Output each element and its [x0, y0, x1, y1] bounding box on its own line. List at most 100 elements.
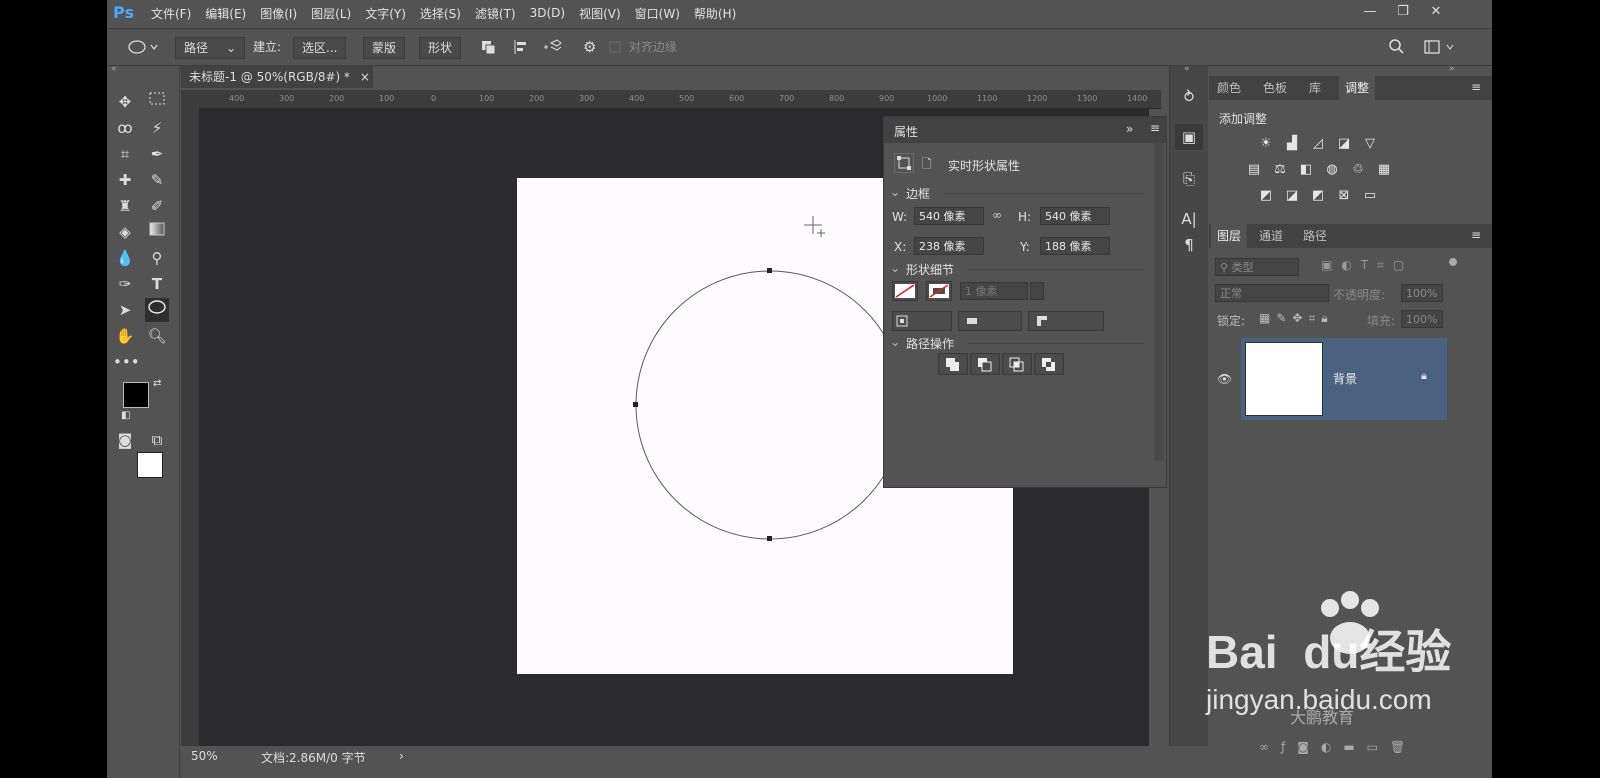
zoom-tool-icon[interactable]: 🔍︎ [145, 324, 169, 348]
levels-icon[interactable]: ▟ [1283, 136, 1301, 152]
posterize-icon[interactable]: ◪ [1283, 188, 1301, 204]
stroke-width-dropdown[interactable] [1030, 282, 1044, 300]
properties-scrollbar[interactable] [1154, 143, 1164, 461]
document-icon[interactable]: 🗋︎ [922, 155, 932, 176]
libraries-panel-icon[interactable]: ⎘ [1175, 166, 1203, 192]
gradient-tool-icon[interactable] [145, 220, 169, 244]
move-tool-icon[interactable]: ✥ [113, 90, 137, 114]
panel-menu-icon[interactable]: ≡ [1471, 80, 1481, 94]
menu-layer[interactable]: 图层(L) [311, 5, 351, 22]
dodge-tool-icon[interactable]: ⚲ [145, 246, 169, 270]
menu-image[interactable]: 图像(I) [260, 5, 297, 22]
ellipse-tool-active-icon[interactable] [145, 298, 169, 322]
menu-type[interactable]: 文字(Y) [365, 5, 406, 22]
layer-filter-select[interactable]: ⚲ 类型 [1215, 258, 1299, 276]
fill-swatch[interactable] [892, 281, 918, 301]
chevron-down-icon[interactable]: ⌄ [890, 185, 900, 199]
align-edges-checkbox[interactable] [609, 37, 621, 57]
type-tool-icon[interactable]: T [145, 272, 169, 296]
blend-mode-select[interactable]: 正常 [1215, 284, 1329, 302]
marquee-tool-icon[interactable] [145, 90, 169, 114]
magic-wand-tool-icon[interactable]: ⚡ [145, 116, 169, 140]
paragraph-panel-icon[interactable]: ¶ [1175, 232, 1203, 258]
restore-button[interactable]: ❐ [1390, 2, 1416, 22]
history-brush-tool-icon[interactable]: ✐ [145, 194, 169, 218]
tab-color[interactable]: 颜色 [1211, 76, 1247, 100]
exclude-shapes-button[interactable] [1034, 353, 1064, 375]
zoom-level[interactable]: 50% [191, 749, 218, 763]
opacity-input[interactable]: 100% [1401, 284, 1443, 302]
tool-mode-select[interactable]: 路径 ⌄ [175, 37, 245, 59]
collapse-icon[interactable]: « [111, 64, 117, 74]
minimize-button[interactable]: — [1357, 2, 1383, 22]
hue-saturation-icon[interactable]: ▤ [1245, 162, 1263, 178]
combine-shapes-button[interactable] [938, 353, 968, 375]
crop-tool-icon[interactable]: ⌗ [113, 142, 137, 166]
menu-filter[interactable]: 滤镜(T) [475, 5, 516, 22]
hand-tool-icon[interactable]: ✋ [113, 324, 137, 348]
fill-input[interactable]: 100% [1401, 310, 1443, 328]
close-window-button[interactable]: ✕ [1423, 2, 1449, 22]
make-shape-button[interactable]: 形状 [419, 37, 462, 59]
black-white-icon[interactable]: ◧ [1297, 162, 1315, 178]
curves-icon[interactable]: ◿ [1309, 136, 1327, 152]
selective-color-icon[interactable]: ⊠ [1335, 188, 1353, 204]
workspace-switcher[interactable] [1423, 37, 1463, 57]
tab-swatches[interactable]: 色板 [1257, 76, 1293, 100]
background-color-swatch[interactable] [137, 452, 163, 478]
panel-menu-icon[interactable]: ≡ [1150, 121, 1160, 135]
height-input[interactable]: 540 像素 [1040, 207, 1110, 225]
path-arrangement-icon[interactable] [541, 37, 565, 57]
collapse-panel-icon[interactable]: » [1126, 122, 1133, 136]
tab-channels[interactable]: 通道 [1253, 224, 1289, 248]
make-selection-button[interactable]: 选区... [293, 37, 347, 59]
character-panel-icon[interactable]: A| [1175, 206, 1203, 232]
tab-layers[interactable]: 图层 [1211, 224, 1248, 248]
panel-menu-icon[interactable]: ≡ [1471, 228, 1481, 242]
document-tab[interactable]: 未标题-1 @ 50%(RGB/8#) * × [181, 66, 373, 88]
y-input[interactable]: 188 像素 [1040, 237, 1110, 255]
tool-preset-picker[interactable] [125, 37, 165, 57]
make-mask-button[interactable]: 蒙版 [363, 37, 406, 59]
eraser-tool-icon[interactable]: ◈ [113, 220, 137, 244]
menu-3d[interactable]: 3D(D) [530, 6, 565, 20]
stroke-align-select[interactable] [892, 311, 952, 331]
healing-brush-tool-icon[interactable]: ✚ [113, 168, 137, 192]
blur-tool-icon[interactable]: 💧 [113, 246, 137, 270]
properties-panel-icon[interactable]: ▣ [1175, 124, 1203, 150]
gradient-map-icon[interactable]: ▭ [1361, 188, 1379, 204]
foreground-color-swatch[interactable] [123, 382, 149, 408]
channel-mixer-icon[interactable]: ♲ [1349, 162, 1367, 178]
layer-row[interactable]: 背景 🔒︎ [1241, 338, 1447, 420]
path-selection-tool-icon[interactable]: ➤ [113, 298, 137, 322]
path-alignment-icon[interactable] [511, 37, 533, 57]
tab-paths[interactable]: 路径 [1297, 224, 1333, 248]
menu-edit[interactable]: 编辑(E) [205, 5, 246, 22]
lock-icons[interactable]: ▦✎✥⌗🔒︎ [1259, 311, 1334, 326]
screen-mode-icon[interactable]: ⧉ [145, 428, 169, 452]
brightness-icon[interactable]: ☀ [1257, 136, 1275, 152]
menu-help[interactable]: 帮助(H) [694, 5, 736, 22]
stroke-width-input[interactable]: 1 像素 [960, 282, 1028, 300]
vibrance-icon[interactable]: ▽ [1361, 136, 1379, 152]
collapse-icon[interactable]: « [1184, 64, 1190, 74]
clone-stamp-tool-icon[interactable]: ♜ [113, 194, 137, 218]
tab-libraries[interactable]: 库 [1303, 76, 1327, 100]
close-tab-icon[interactable]: × [360, 70, 370, 84]
chevron-down-icon[interactable]: ⌄ [890, 261, 900, 275]
quick-mask-icon[interactable]: ◙ [113, 428, 137, 452]
filter-toggle[interactable] [1449, 258, 1457, 266]
layer-filter-icons[interactable]: ▣◐T⌗▢ [1321, 258, 1413, 273]
stroke-corner-select[interactable] [1028, 311, 1104, 331]
transform-icon[interactable] [894, 153, 914, 173]
menu-file[interactable]: 文件(F) [151, 5, 191, 22]
exposure-icon[interactable]: ◪ [1335, 136, 1353, 152]
default-colors-icon[interactable]: ◧ [121, 410, 130, 421]
collapse-icon[interactable]: » [1449, 64, 1455, 74]
subtract-shapes-button[interactable] [970, 353, 1000, 375]
status-menu-arrow[interactable]: › [399, 749, 404, 763]
swap-colors-icon[interactable]: ⇄ [153, 378, 161, 389]
color-balance-icon[interactable]: ⚖ [1271, 162, 1289, 178]
color-lookup-icon[interactable]: ▦ [1375, 162, 1393, 178]
search-icon[interactable] [1387, 37, 1407, 57]
